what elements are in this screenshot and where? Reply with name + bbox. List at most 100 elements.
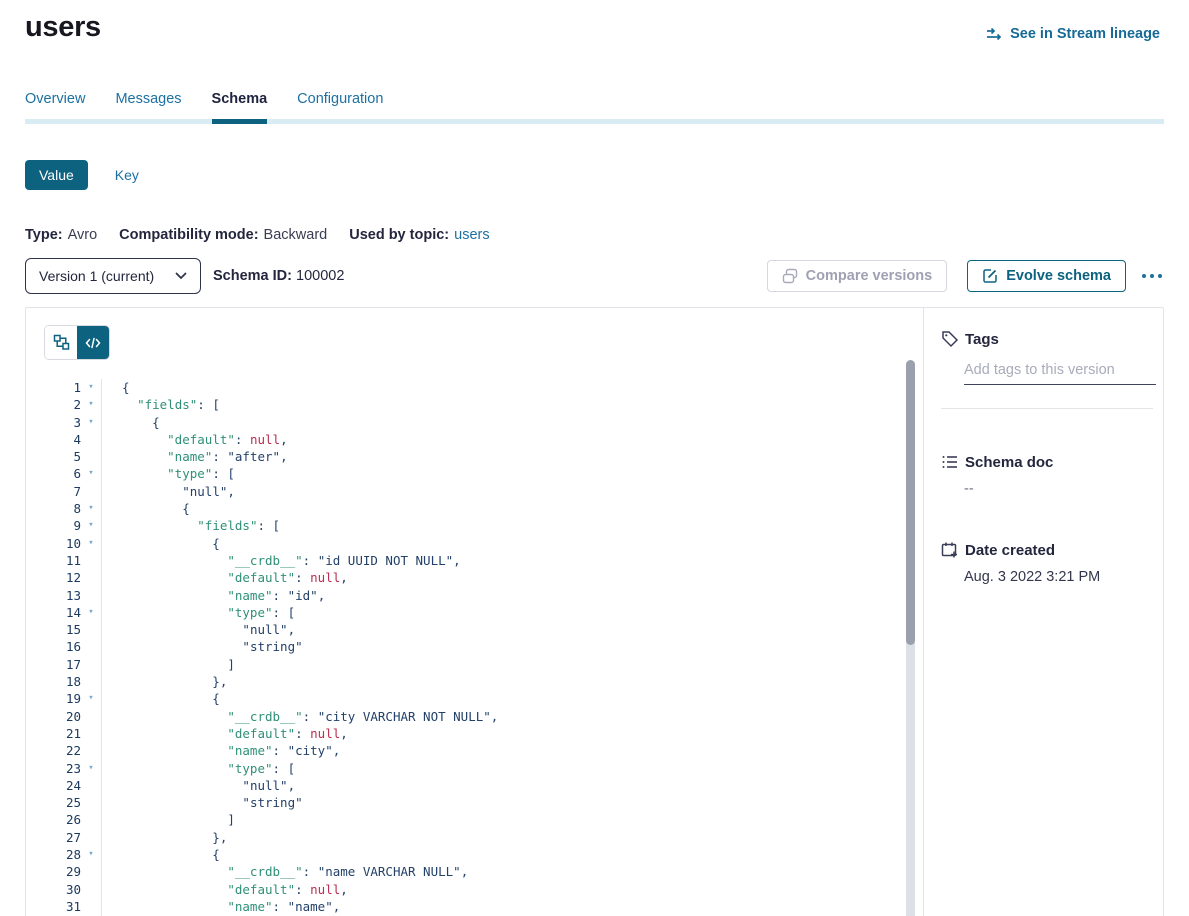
scrollbar[interactable]: [906, 360, 915, 916]
type-value: Avro: [68, 227, 98, 243]
code-text: "type": [: [102, 760, 295, 777]
fold-spacer: [81, 794, 102, 811]
compatibility-mode: Compatibility mode:Backward: [119, 227, 327, 243]
line-number: 1: [44, 379, 81, 396]
code-text: "fields": [: [102, 517, 280, 534]
used-by-topic-link[interactable]: users: [454, 227, 489, 243]
fold-toggle-icon[interactable]: ▾: [81, 396, 102, 413]
fold-toggle-icon[interactable]: ▾: [81, 760, 102, 777]
schema-meta-row: Type:Avro Compatibility mode:Backward Us…: [25, 227, 1164, 243]
line-number: 21: [44, 725, 81, 742]
line-number: 16: [44, 638, 81, 655]
code-text: {: [102, 379, 130, 396]
edit-schema-icon: [982, 268, 998, 284]
line-number: 26: [44, 811, 81, 828]
code-line: 16 "string": [44, 638, 923, 655]
ellipsis-dot: [1150, 274, 1154, 278]
tab-overview[interactable]: Overview: [25, 91, 85, 124]
doc-list-icon: [941, 453, 959, 471]
compatibility-label: Compatibility mode:: [119, 227, 258, 243]
fold-toggle-icon[interactable]: ▾: [81, 604, 102, 621]
code-line: 10▾ {: [44, 535, 923, 552]
fold-toggle-icon[interactable]: ▾: [81, 690, 102, 707]
code-line: 22 "name": "city",: [44, 742, 923, 759]
date-created-heading-row: Date created: [941, 541, 1153, 559]
schema-id-label: Schema ID:: [213, 268, 292, 284]
line-number: 18: [44, 673, 81, 690]
fold-toggle-icon[interactable]: ▾: [81, 517, 102, 534]
tab-schema[interactable]: Schema: [212, 91, 268, 124]
fold-toggle-icon[interactable]: ▾: [81, 535, 102, 552]
line-number: 9: [44, 517, 81, 534]
code-text: {: [102, 535, 220, 552]
tree-view-button[interactable]: [45, 326, 77, 359]
see-in-stream-lineage-link[interactable]: See in Stream lineage: [986, 26, 1160, 42]
fold-spacer: [81, 863, 102, 880]
code-line: 3▾ {: [44, 414, 923, 431]
line-number: 6: [44, 465, 81, 482]
scrollbar-thumb[interactable]: [906, 360, 915, 645]
tag-icon: [941, 330, 959, 348]
tab-messages[interactable]: Messages: [115, 91, 181, 124]
line-number: 10: [44, 535, 81, 552]
code-line: 19▾ {: [44, 690, 923, 707]
tab-configuration[interactable]: Configuration: [297, 91, 383, 124]
code-line: 7 "null",: [44, 483, 923, 500]
fold-toggle-icon[interactable]: ▾: [81, 414, 102, 431]
evolve-schema-button[interactable]: Evolve schema: [967, 260, 1126, 292]
fold-spacer: [81, 829, 102, 846]
compare-versions-label: Compare versions: [806, 268, 933, 284]
tags-section: Tags: [941, 330, 1153, 409]
code-view-button[interactable]: [77, 326, 109, 359]
fold-spacer: [81, 881, 102, 898]
fold-toggle-icon[interactable]: ▾: [81, 846, 102, 863]
fold-spacer: [81, 448, 102, 465]
code-text: "name": "city",: [102, 742, 340, 759]
code-line: 24 "null",: [44, 777, 923, 794]
fold-spacer: [81, 898, 102, 915]
code-text: ]: [102, 811, 235, 828]
fold-spacer: [81, 638, 102, 655]
fold-toggle-icon[interactable]: ▾: [81, 465, 102, 482]
code-text: {: [102, 500, 190, 517]
fold-spacer: [81, 552, 102, 569]
code-line: 1▾{: [44, 379, 923, 396]
fold-toggle-icon[interactable]: ▾: [81, 379, 102, 396]
code-line: 8▾ {: [44, 500, 923, 517]
calendar-plus-icon: [941, 541, 959, 559]
code-text: "string": [102, 794, 303, 811]
value-toggle-button[interactable]: Value: [25, 160, 88, 190]
stream-lineage-icon: [986, 27, 1003, 41]
line-number: 28: [44, 846, 81, 863]
code-line: 2▾ "fields": [: [44, 396, 923, 413]
code-text: "__crdb__": "city VARCHAR NOT NULL",: [102, 708, 498, 725]
line-number: 20: [44, 708, 81, 725]
code-text: {: [102, 414, 160, 431]
more-options-button[interactable]: [1140, 268, 1164, 284]
tab-bar: Overview Messages Schema Configuration: [25, 91, 1164, 124]
compare-versions-button[interactable]: Compare versions: [767, 260, 948, 292]
add-tags-input[interactable]: [964, 362, 1156, 385]
version-select[interactable]: Version 1 (current): [25, 258, 201, 294]
tags-heading-row: Tags: [941, 330, 1153, 348]
code-text: {: [102, 690, 220, 707]
line-number: 30: [44, 881, 81, 898]
code-line: 26 ]: [44, 811, 923, 828]
code-text: "default": null,: [102, 431, 288, 448]
fold-spacer: [81, 742, 102, 759]
code-text: "name": "id",: [102, 587, 325, 604]
code-text: {: [102, 846, 220, 863]
code-text: "default": null,: [102, 569, 348, 586]
key-toggle-button[interactable]: Key: [115, 160, 139, 190]
tree-view-icon: [53, 334, 70, 351]
code-line: 23▾ "type": [: [44, 760, 923, 777]
code-line: 15 "null",: [44, 621, 923, 638]
line-number: 4: [44, 431, 81, 448]
used-by-topic: Used by topic:users: [349, 227, 489, 243]
chevron-down-icon: [175, 272, 187, 280]
code-line: 17 ]: [44, 656, 923, 673]
line-number: 3: [44, 414, 81, 431]
code-text: "string": [102, 638, 303, 655]
date-created-heading: Date created: [965, 542, 1055, 559]
fold-toggle-icon[interactable]: ▾: [81, 500, 102, 517]
